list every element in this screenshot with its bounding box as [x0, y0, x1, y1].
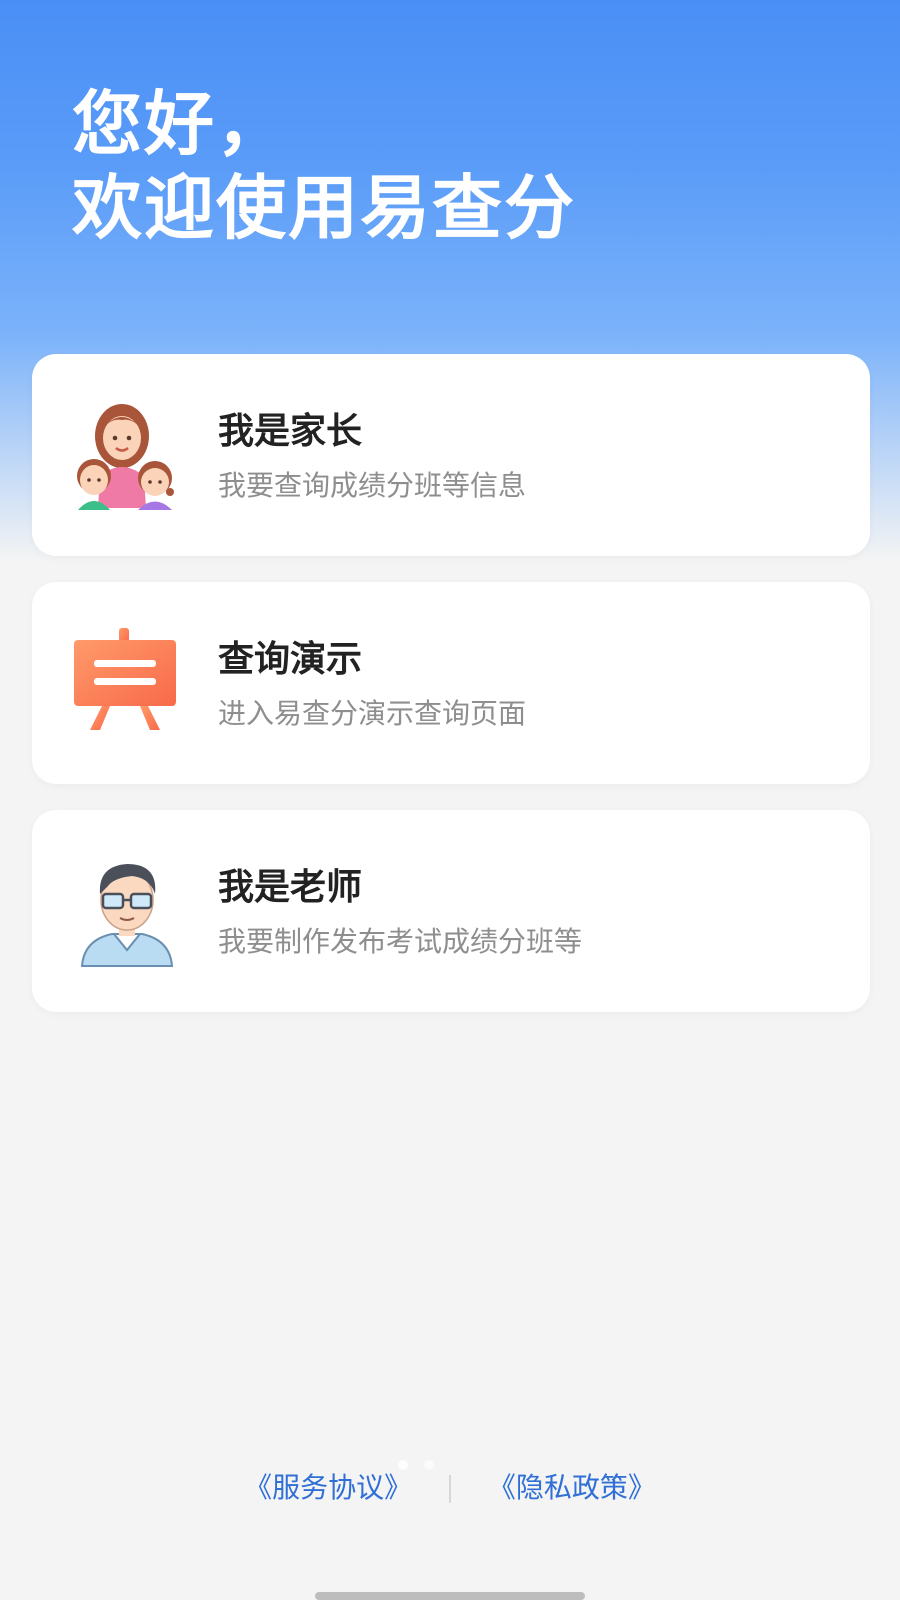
welcome-heading: 您好， 欢迎使用易查分	[72, 82, 576, 250]
demo-card-subtitle: 进入易查分演示查询页面	[218, 697, 527, 730]
greeting-line-1: 您好，	[72, 83, 288, 165]
teacher-card-title: 我是老师	[218, 867, 363, 908]
footer-divider	[449, 1475, 451, 1503]
parent-card-title: 我是家长	[218, 411, 363, 452]
footer-links: 《服务协议》 《隐私政策》	[0, 1466, 900, 1506]
family-icon	[72, 398, 182, 512]
privacy-policy-link[interactable]: 《隐私政策》	[488, 1471, 656, 1504]
presentation-board-icon	[72, 626, 182, 740]
teacher-icon	[72, 854, 182, 968]
teacher-role-card[interactable]: 我是老师 我要制作发布考试成绩分班等	[32, 810, 870, 1012]
parent-role-card[interactable]: 我是家长 我要查询成绩分班等信息	[32, 354, 870, 556]
home-indicator-bar[interactable]	[315, 1592, 585, 1600]
teacher-card-subtitle: 我要制作发布考试成绩分班等	[218, 925, 583, 958]
parent-card-subtitle: 我要查询成绩分班等信息	[218, 469, 527, 502]
service-agreement-link[interactable]: 《服务协议》	[244, 1471, 412, 1504]
demo-card-title: 查询演示	[218, 639, 363, 680]
greeting-line-2: 欢迎使用易查分	[72, 167, 576, 249]
demo-query-card[interactable]: 查询演示 进入易查分演示查询页面	[32, 582, 870, 784]
